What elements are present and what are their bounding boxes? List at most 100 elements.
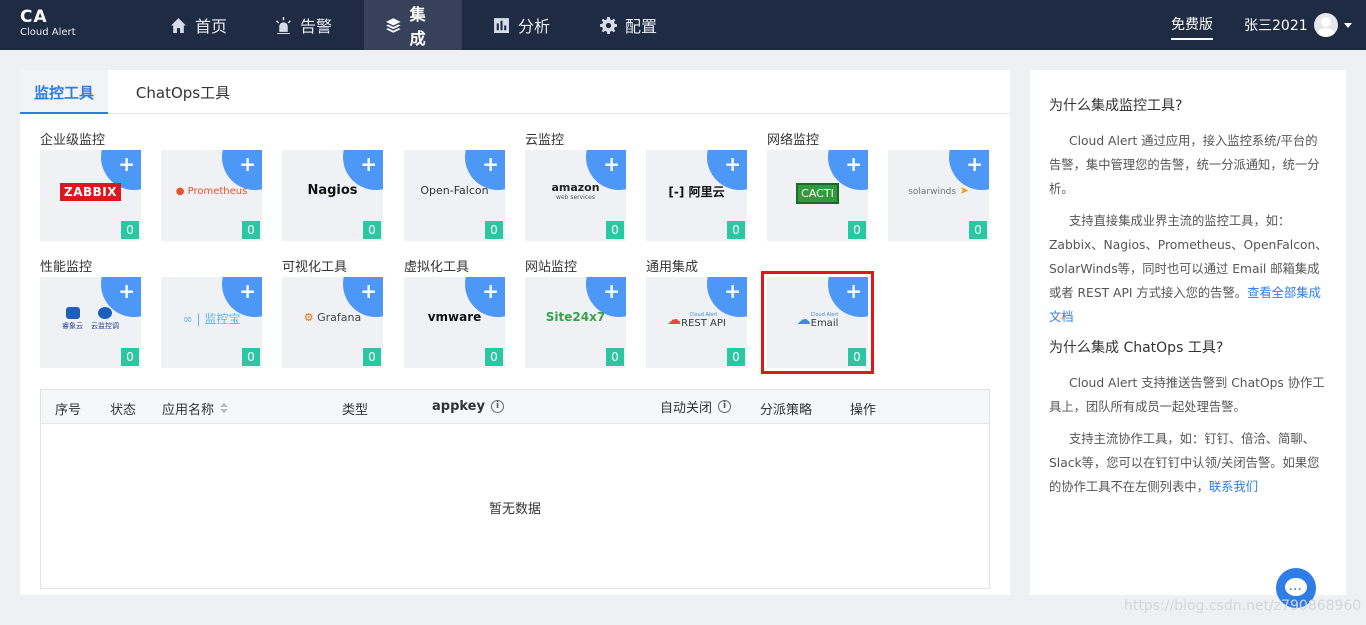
tool-name: ZABBIX — [60, 183, 121, 201]
empty-state: 暂无数据 — [488, 502, 541, 517]
tool-name: Nagios — [307, 183, 358, 198]
tool-card-ruixiang[interactable]: + 睿象云 云监控调 0 — [40, 277, 141, 368]
tool-card-prometheus[interactable]: + ● Prometheus 0 — [161, 150, 262, 241]
help-text: 支持直接集成业界主流的监控工具，如：Zabbix、Nagios、Promethe… — [1049, 209, 1328, 329]
plus-icon: + — [239, 152, 256, 176]
plus-icon: + — [482, 279, 499, 303]
nav-config-label: 配置 — [625, 17, 658, 36]
col-actions: 操作 — [850, 403, 877, 418]
contact-link[interactable]: 联系我们 — [1209, 480, 1258, 494]
plus-icon: + — [118, 152, 135, 176]
tool-name: REST API — [681, 318, 726, 329]
plus-icon: + — [360, 152, 377, 176]
tab-chatops-tools[interactable]: ChatOps工具 — [128, 70, 238, 114]
tool-card-solarwinds[interactable]: + solarwinds ➤ 0 — [888, 150, 989, 241]
info-icon[interactable]: i — [490, 400, 504, 413]
nav-home[interactable]: 首页 — [149, 0, 248, 50]
col-status: 状态 — [110, 403, 137, 418]
tool-name: vmware — [427, 310, 482, 324]
tool-name: 监控宝 — [204, 312, 241, 326]
tool-card-grafana[interactable]: + ⚙ Grafana 0 — [282, 277, 383, 368]
tool-logo: ZABBIX — [40, 183, 141, 201]
brand-logo[interactable]: CA Cloud Alert — [20, 7, 140, 39]
tool-name: Email — [810, 318, 839, 329]
category-network: 网络监控 — [767, 133, 820, 148]
count-badge: 0 — [363, 348, 381, 366]
nav-home-label: 首页 — [195, 17, 228, 36]
col-auto-close: 自动关闭 i — [660, 397, 732, 416]
alarm-icon — [276, 16, 291, 34]
count-badge: 0 — [848, 348, 866, 366]
tool-logo: 睿象云 云监控调 — [40, 307, 141, 331]
tool-card-aws[interactable]: + amazon web services 0 — [525, 150, 626, 241]
user-menu[interactable]: 张三2021 — [1244, 13, 1352, 37]
count-badge: 0 — [969, 221, 987, 239]
tool-card-jiankongbao[interactable]: + ∞ | 监控宝 0 — [161, 277, 262, 368]
tool-logo: Open-Falcon — [404, 183, 505, 197]
plus-icon: + — [360, 279, 377, 303]
tool-card-nagios[interactable]: + Nagios 0 — [282, 150, 383, 241]
tool-logo: solarwinds ➤ — [908, 184, 969, 197]
tool-card-email[interactable]: + ☁ Cloud Alert Email 0 — [761, 271, 874, 374]
col-type: 类型 — [342, 403, 369, 418]
category-website: 网站监控 — [525, 260, 578, 275]
tool-name: Open-Falcon — [420, 184, 489, 197]
tool-card-vmware[interactable]: + vmware 0 — [404, 277, 505, 368]
tab-monitoring-tools[interactable]: 监控工具 — [20, 70, 108, 114]
nav-integration[interactable]: 集成 — [364, 0, 462, 50]
gear-icon — [600, 16, 617, 34]
tool-logo: Site24x7 — [525, 310, 626, 324]
brand-short: CA — [20, 7, 48, 27]
col-dispatch-policy: 分派策略 — [760, 403, 813, 418]
chat-dots: ... — [1289, 583, 1303, 593]
tool-card-rest-api[interactable]: + ☁ Cloud Alert REST API 0 — [646, 277, 747, 368]
tool-logo: vmware — [404, 310, 505, 324]
plus-icon: + — [845, 279, 862, 303]
category-virtualization: 虚拟化工具 — [404, 260, 470, 275]
help-text: 支持主流协作工具，如：钉钉、倍洽、简聊、Slack等，您可以在钉钉中认领/关闭告… — [1049, 427, 1328, 499]
tool-logo: CACTI — [767, 183, 868, 204]
layers-icon — [386, 17, 401, 33]
tool-card-zabbix[interactable]: + ZABBIX 0 — [40, 150, 141, 241]
col-appkey: appkey i — [432, 399, 504, 414]
plus-icon: + — [966, 152, 983, 176]
plus-icon: + — [603, 279, 620, 303]
help-text-body: 支持主流协作工具，如：钉钉、倍洽、简聊、Slack等，您可以在钉钉中认领/关闭告… — [1049, 432, 1320, 494]
plus-icon: + — [724, 152, 741, 176]
plus-icon: + — [603, 152, 620, 176]
col-index: 序号 — [55, 403, 82, 418]
sort-icon[interactable] — [220, 403, 229, 414]
cloud-icon: ☁ — [796, 312, 811, 328]
help-sidebar: 为什么集成监控工具? Cloud Alert 通过应用，接入监控系统/平台的告警… — [1030, 70, 1346, 595]
tool-card-aliyun[interactable]: + [-] 阿里云 0 — [646, 150, 747, 241]
category-cloud: 云监控 — [525, 133, 565, 148]
nav-integration-label: 集成 — [409, 5, 426, 48]
tool-name: CACTI — [796, 183, 839, 204]
top-navbar: CA Cloud Alert 首页 告警 集成 分析 配置 免费版 张三2021 — [0, 0, 1366, 50]
username: 张三2021 — [1244, 18, 1308, 34]
tool-logo: ☁ Cloud Alert REST API — [646, 312, 747, 329]
plus-icon: + — [239, 279, 256, 303]
count-badge: 0 — [242, 221, 260, 239]
nav-config[interactable]: 配置 — [579, 0, 678, 50]
integration-panel: 监控工具 ChatOps工具 企业级监控 云监控 网络监控 性能监控 可视化工具… — [20, 70, 1010, 595]
tool-card-site24x7[interactable]: + Site24x7 0 — [525, 277, 626, 368]
tool-tabs: 监控工具 ChatOps工具 — [20, 70, 1010, 114]
help-title-chatops: 为什么集成 ChatOps 工具? — [1049, 340, 1224, 356]
col-app-name[interactable]: 应用名称 — [162, 399, 229, 418]
avatar — [1313, 13, 1338, 37]
plus-icon: + — [724, 279, 741, 303]
tool-card-open-falcon[interactable]: + Open-Falcon 0 — [404, 150, 505, 241]
tool-logo: Nagios — [282, 183, 383, 198]
info-icon[interactable]: i — [718, 400, 732, 413]
nav-alarm[interactable]: 告警 — [254, 0, 353, 50]
nav-analysis[interactable]: 分析 — [472, 0, 571, 50]
tool-card-cacti[interactable]: + CACTI 0 — [767, 150, 868, 241]
count-badge: 0 — [242, 348, 260, 366]
chevron-down-icon — [1343, 22, 1352, 28]
plus-icon: + — [482, 152, 499, 176]
plus-icon: + — [118, 279, 135, 303]
tool-logo: ● Prometheus — [175, 186, 248, 197]
free-plan-link[interactable]: 免费版 — [1171, 14, 1213, 40]
tool-name-2: 云监控调 — [91, 322, 119, 330]
